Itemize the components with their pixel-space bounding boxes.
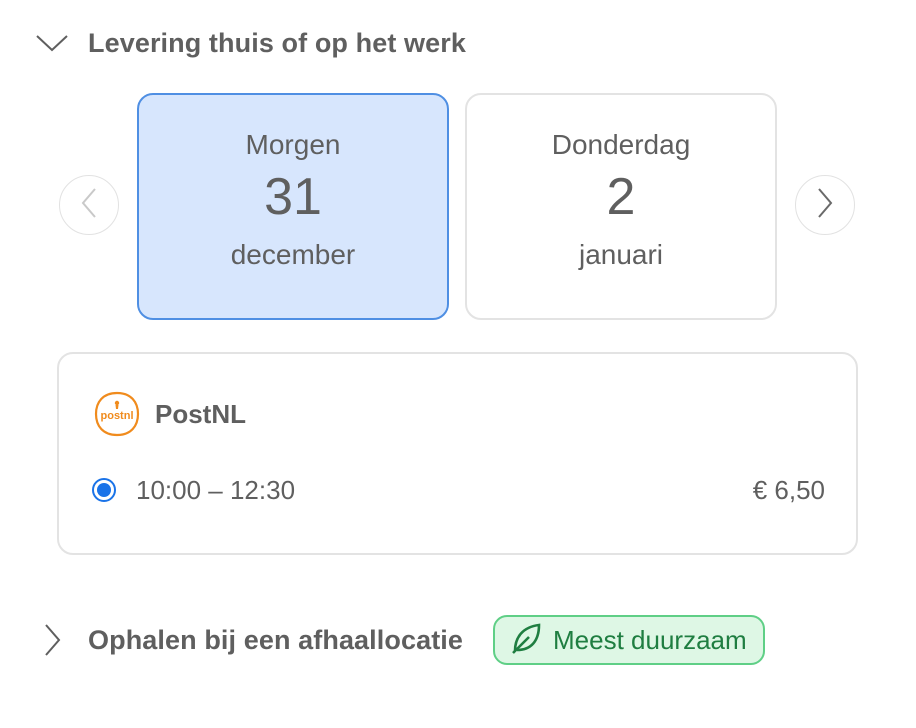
home-delivery-toggle[interactable]: Levering thuis of op het werk bbox=[32, 22, 466, 64]
eco-badge-label: Meest duurzaam bbox=[553, 624, 747, 655]
radio-selected-dot bbox=[97, 483, 111, 497]
time-slot-price: € 6,50 bbox=[752, 474, 825, 505]
previous-date-button[interactable] bbox=[59, 175, 119, 235]
eco-badge: Meest duurzaam bbox=[493, 615, 765, 665]
pickup-location-toggle[interactable]: Ophalen bij een afhaallocatie Meest duur… bbox=[32, 612, 765, 668]
chevron-left-icon bbox=[81, 187, 97, 223]
carrier-header: postnl PostNL bbox=[93, 390, 246, 438]
time-slot-label: 10:00 – 12:30 bbox=[136, 474, 296, 505]
date-day-label: Donderdag bbox=[551, 129, 691, 160]
time-slot-option[interactable]: 10:00 – 12:30 € 6,50 bbox=[92, 470, 825, 510]
time-slot-radio[interactable] bbox=[92, 478, 116, 502]
next-date-button[interactable] bbox=[795, 175, 855, 235]
svg-text:postnl: postnl bbox=[101, 410, 134, 422]
date-number: 31 bbox=[264, 168, 322, 226]
date-number: 2 bbox=[606, 168, 636, 226]
home-delivery-title: Levering thuis of op het werk bbox=[88, 27, 466, 58]
chevron-right-icon bbox=[32, 620, 72, 660]
date-month-label: januari bbox=[578, 239, 664, 270]
chevron-right-icon bbox=[817, 187, 833, 223]
pickup-title: Ophalen bij een afhaallocatie bbox=[88, 624, 464, 655]
date-day-label: Morgen bbox=[245, 129, 341, 160]
chevron-down-icon bbox=[32, 23, 72, 63]
date-option[interactable]: Donderdag 2 januari bbox=[465, 93, 777, 320]
leaf-icon bbox=[509, 621, 543, 660]
carrier-name: PostNL bbox=[155, 398, 246, 429]
postnl-logo: postnl bbox=[93, 390, 141, 438]
date-month-label: december bbox=[230, 239, 356, 270]
date-option-selected[interactable]: Morgen 31 december bbox=[137, 93, 449, 320]
carrier-option-card: postnl PostNL 10:00 – 12:30 € 6,50 bbox=[57, 352, 858, 555]
